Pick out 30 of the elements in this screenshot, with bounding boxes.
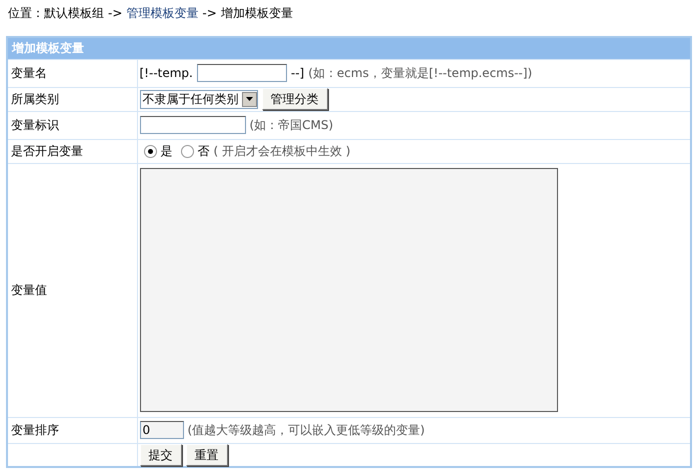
hint-text: ( 开启才会在模板中生效 ) <box>214 143 350 160</box>
field-label: 所属类别 <box>11 92 59 106</box>
breadcrumb-item: 默认模板组 <box>44 6 104 20</box>
breadcrumb-item: 增加模板变量 <box>220 6 293 20</box>
text-input[interactable] <box>196 64 287 82</box>
manage-category-button[interactable]: 管理分类 <box>262 88 328 110</box>
hint-text: (如：帝国CMS) <box>250 117 334 134</box>
hint-text: (值越大等级越高，可以嵌入更低等级的变量) <box>188 422 425 439</box>
field-label: 变量值 <box>11 283 47 297</box>
field-label: 是否开启变量 <box>11 144 83 158</box>
text-input[interactable]: 0 <box>140 421 184 439</box>
radio-label: 否 <box>198 143 210 160</box>
category-select[interactable]: 不隶属于任何类别 <box>140 90 258 108</box>
prefix-text: [!--temp. <box>140 65 193 82</box>
field-label: 变量排序 <box>11 423 59 437</box>
form-button[interactable]: 提交 <box>140 444 182 466</box>
radio-label: 是 <box>160 143 172 160</box>
suffix-text: --] <box>290 65 304 82</box>
radio-button[interactable] <box>144 144 156 158</box>
field-label: 变量标识 <box>11 118 59 132</box>
text-input[interactable] <box>140 116 246 134</box>
breadcrumb-separator: -> <box>108 6 122 20</box>
breadcrumb-separator: -> <box>202 6 217 20</box>
form-button[interactable]: 重置 <box>186 444 228 466</box>
breadcrumb-link[interactable]: 管理模板变量 <box>126 6 198 20</box>
field-label: 变量名 <box>11 66 47 80</box>
radio-button[interactable] <box>180 144 194 158</box>
hint-text: (如：ecms，变量就是[!--temp.ecms--]) <box>308 65 532 82</box>
form-title: 增加模板变量 <box>7 37 691 59</box>
breadcrumb-label: 位置： <box>8 6 44 20</box>
